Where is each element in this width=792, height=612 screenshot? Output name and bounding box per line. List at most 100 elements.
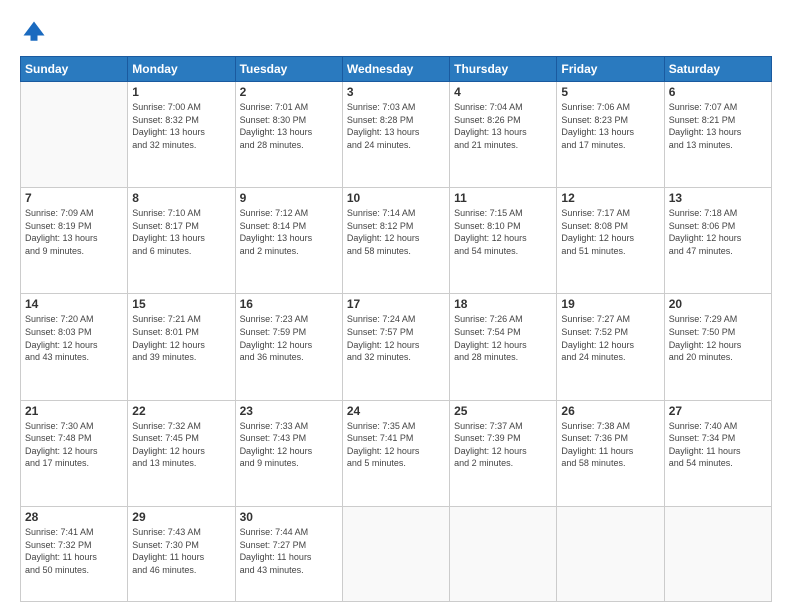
week-row-1: 7 Sunrise: 7:09 AM Sunset: 8:19 PM Daylig… <box>21 188 772 294</box>
calendar-cell: 4 Sunrise: 7:04 AM Sunset: 8:26 PM Daylig… <box>450 82 557 188</box>
cell-content: Sunrise: 7:27 AM Sunset: 7:52 PM Dayligh… <box>561 313 659 363</box>
calendar-cell: 1 Sunrise: 7:00 AM Sunset: 8:32 PM Daylig… <box>128 82 235 188</box>
day-number: 8 <box>132 191 230 205</box>
calendar-cell: 2 Sunrise: 7:01 AM Sunset: 8:30 PM Daylig… <box>235 82 342 188</box>
cell-content: Sunrise: 7:43 AM Sunset: 7:30 PM Dayligh… <box>132 526 230 576</box>
calendar-cell: 11 Sunrise: 7:15 AM Sunset: 8:10 PM Dayli… <box>450 188 557 294</box>
calendar-cell: 16 Sunrise: 7:23 AM Sunset: 7:59 PM Dayli… <box>235 294 342 400</box>
day-number: 29 <box>132 510 230 524</box>
calendar-cell: 26 Sunrise: 7:38 AM Sunset: 7:36 PM Dayli… <box>557 400 664 506</box>
cell-content: Sunrise: 7:21 AM Sunset: 8:01 PM Dayligh… <box>132 313 230 363</box>
cell-content: Sunrise: 7:07 AM Sunset: 8:21 PM Dayligh… <box>669 101 767 151</box>
calendar-cell <box>557 506 664 601</box>
header-day-tuesday: Tuesday <box>235 57 342 82</box>
calendar-cell: 13 Sunrise: 7:18 AM Sunset: 8:06 PM Dayli… <box>664 188 771 294</box>
day-number: 26 <box>561 404 659 418</box>
calendar-cell: 15 Sunrise: 7:21 AM Sunset: 8:01 PM Dayli… <box>128 294 235 400</box>
calendar-cell: 19 Sunrise: 7:27 AM Sunset: 7:52 PM Dayli… <box>557 294 664 400</box>
day-number: 27 <box>669 404 767 418</box>
calendar-cell: 21Sunrise: 7:30 AM Sunset: 7:48 PM Dayli… <box>21 400 128 506</box>
calendar-cell: 10 Sunrise: 7:14 AM Sunset: 8:12 PM Dayli… <box>342 188 449 294</box>
header-day-monday: Monday <box>128 57 235 82</box>
calendar-cell: 3 Sunrise: 7:03 AM Sunset: 8:28 PM Daylig… <box>342 82 449 188</box>
cell-content: Sunrise: 7:09 AM Sunset: 8:19 PM Dayligh… <box>25 207 123 257</box>
cell-content: Sunrise: 7:00 AM Sunset: 8:32 PM Dayligh… <box>132 101 230 151</box>
calendar-cell <box>664 506 771 601</box>
calendar-cell: 22 Sunrise: 7:32 AM Sunset: 7:45 PM Dayli… <box>128 400 235 506</box>
calendar-cell: 14Sunrise: 7:20 AM Sunset: 8:03 PM Dayli… <box>21 294 128 400</box>
header-day-saturday: Saturday <box>664 57 771 82</box>
logo-icon <box>20 18 48 46</box>
cell-content: Sunrise: 7:24 AM Sunset: 7:57 PM Dayligh… <box>347 313 445 363</box>
day-number: 7 <box>25 191 123 205</box>
day-number: 10 <box>347 191 445 205</box>
cell-content: Sunrise: 7:32 AM Sunset: 7:45 PM Dayligh… <box>132 420 230 470</box>
calendar-header-row: SundayMondayTuesdayWednesdayThursdayFrid… <box>21 57 772 82</box>
header-day-friday: Friday <box>557 57 664 82</box>
cell-content: Sunrise: 7:44 AM Sunset: 7:27 PM Dayligh… <box>240 526 338 576</box>
calendar-cell: 17 Sunrise: 7:24 AM Sunset: 7:57 PM Dayli… <box>342 294 449 400</box>
week-row-3: 21Sunrise: 7:30 AM Sunset: 7:48 PM Dayli… <box>21 400 772 506</box>
calendar-cell: 30 Sunrise: 7:44 AM Sunset: 7:27 PM Dayli… <box>235 506 342 601</box>
calendar-cell: 8 Sunrise: 7:10 AM Sunset: 8:17 PM Daylig… <box>128 188 235 294</box>
calendar-cell: 9 Sunrise: 7:12 AM Sunset: 8:14 PM Daylig… <box>235 188 342 294</box>
cell-content: Sunrise: 7:23 AM Sunset: 7:59 PM Dayligh… <box>240 313 338 363</box>
cell-content: Sunrise: 7:17 AM Sunset: 8:08 PM Dayligh… <box>561 207 659 257</box>
day-number: 1 <box>132 85 230 99</box>
day-number: 19 <box>561 297 659 311</box>
calendar-cell: 23Sunrise: 7:33 AM Sunset: 7:43 PM Dayli… <box>235 400 342 506</box>
day-number: 22 <box>132 404 230 418</box>
calendar-cell: 27 Sunrise: 7:40 AM Sunset: 7:34 PM Dayli… <box>664 400 771 506</box>
day-number: 17 <box>347 297 445 311</box>
day-number: 6 <box>669 85 767 99</box>
day-number: 11 <box>454 191 552 205</box>
calendar-cell: 12 Sunrise: 7:17 AM Sunset: 8:08 PM Dayli… <box>557 188 664 294</box>
cell-content: Sunrise: 7:01 AM Sunset: 8:30 PM Dayligh… <box>240 101 338 151</box>
header-day-thursday: Thursday <box>450 57 557 82</box>
calendar-cell: 18 Sunrise: 7:26 AM Sunset: 7:54 PM Dayli… <box>450 294 557 400</box>
week-row-2: 14Sunrise: 7:20 AM Sunset: 8:03 PM Dayli… <box>21 294 772 400</box>
day-number: 20 <box>669 297 767 311</box>
day-number: 13 <box>669 191 767 205</box>
day-number: 18 <box>454 297 552 311</box>
day-number: 4 <box>454 85 552 99</box>
calendar-cell: 20 Sunrise: 7:29 AM Sunset: 7:50 PM Dayli… <box>664 294 771 400</box>
day-number: 5 <box>561 85 659 99</box>
day-number: 24 <box>347 404 445 418</box>
calendar-cell: 28Sunrise: 7:41 AM Sunset: 7:32 PM Dayli… <box>21 506 128 601</box>
day-number: 30 <box>240 510 338 524</box>
header-day-sunday: Sunday <box>21 57 128 82</box>
cell-content: Sunrise: 7:12 AM Sunset: 8:14 PM Dayligh… <box>240 207 338 257</box>
calendar-cell <box>342 506 449 601</box>
cell-content: Sunrise: 7:06 AM Sunset: 8:23 PM Dayligh… <box>561 101 659 151</box>
day-number: 2 <box>240 85 338 99</box>
header-day-wednesday: Wednesday <box>342 57 449 82</box>
day-number: 28 <box>25 510 123 524</box>
cell-content: Sunrise: 7:40 AM Sunset: 7:34 PM Dayligh… <box>669 420 767 470</box>
calendar-cell: 7 Sunrise: 7:09 AM Sunset: 8:19 PM Daylig… <box>21 188 128 294</box>
cell-content: Sunrise: 7:10 AM Sunset: 8:17 PM Dayligh… <box>132 207 230 257</box>
cell-content: Sunrise: 7:14 AM Sunset: 8:12 PM Dayligh… <box>347 207 445 257</box>
cell-content: Sunrise: 7:04 AM Sunset: 8:26 PM Dayligh… <box>454 101 552 151</box>
day-number: 12 <box>561 191 659 205</box>
calendar-cell <box>21 82 128 188</box>
day-number: 23 <box>240 404 338 418</box>
cell-content: Sunrise: 7:18 AM Sunset: 8:06 PM Dayligh… <box>669 207 767 257</box>
cell-content: Sunrise: 7:35 AM Sunset: 7:41 PM Dayligh… <box>347 420 445 470</box>
day-number: 25 <box>454 404 552 418</box>
calendar-cell <box>450 506 557 601</box>
cell-content: Sunrise: 7:38 AM Sunset: 7:36 PM Dayligh… <box>561 420 659 470</box>
cell-content: Sunrise: 7:03 AM Sunset: 8:28 PM Dayligh… <box>347 101 445 151</box>
cell-content: Sunrise: 7:29 AM Sunset: 7:50 PM Dayligh… <box>669 313 767 363</box>
header <box>20 18 772 46</box>
calendar-cell: 29 Sunrise: 7:43 AM Sunset: 7:30 PM Dayli… <box>128 506 235 601</box>
day-number: 15 <box>132 297 230 311</box>
day-number: 3 <box>347 85 445 99</box>
cell-content: Sunrise: 7:20 AM Sunset: 8:03 PM Dayligh… <box>25 313 123 363</box>
cell-content: Sunrise: 7:26 AM Sunset: 7:54 PM Dayligh… <box>454 313 552 363</box>
calendar-cell: 24 Sunrise: 7:35 AM Sunset: 7:41 PM Dayli… <box>342 400 449 506</box>
cell-content: Sunrise: 7:15 AM Sunset: 8:10 PM Dayligh… <box>454 207 552 257</box>
day-number: 16 <box>240 297 338 311</box>
day-number: 9 <box>240 191 338 205</box>
calendar-table: SundayMondayTuesdayWednesdayThursdayFrid… <box>20 56 772 602</box>
